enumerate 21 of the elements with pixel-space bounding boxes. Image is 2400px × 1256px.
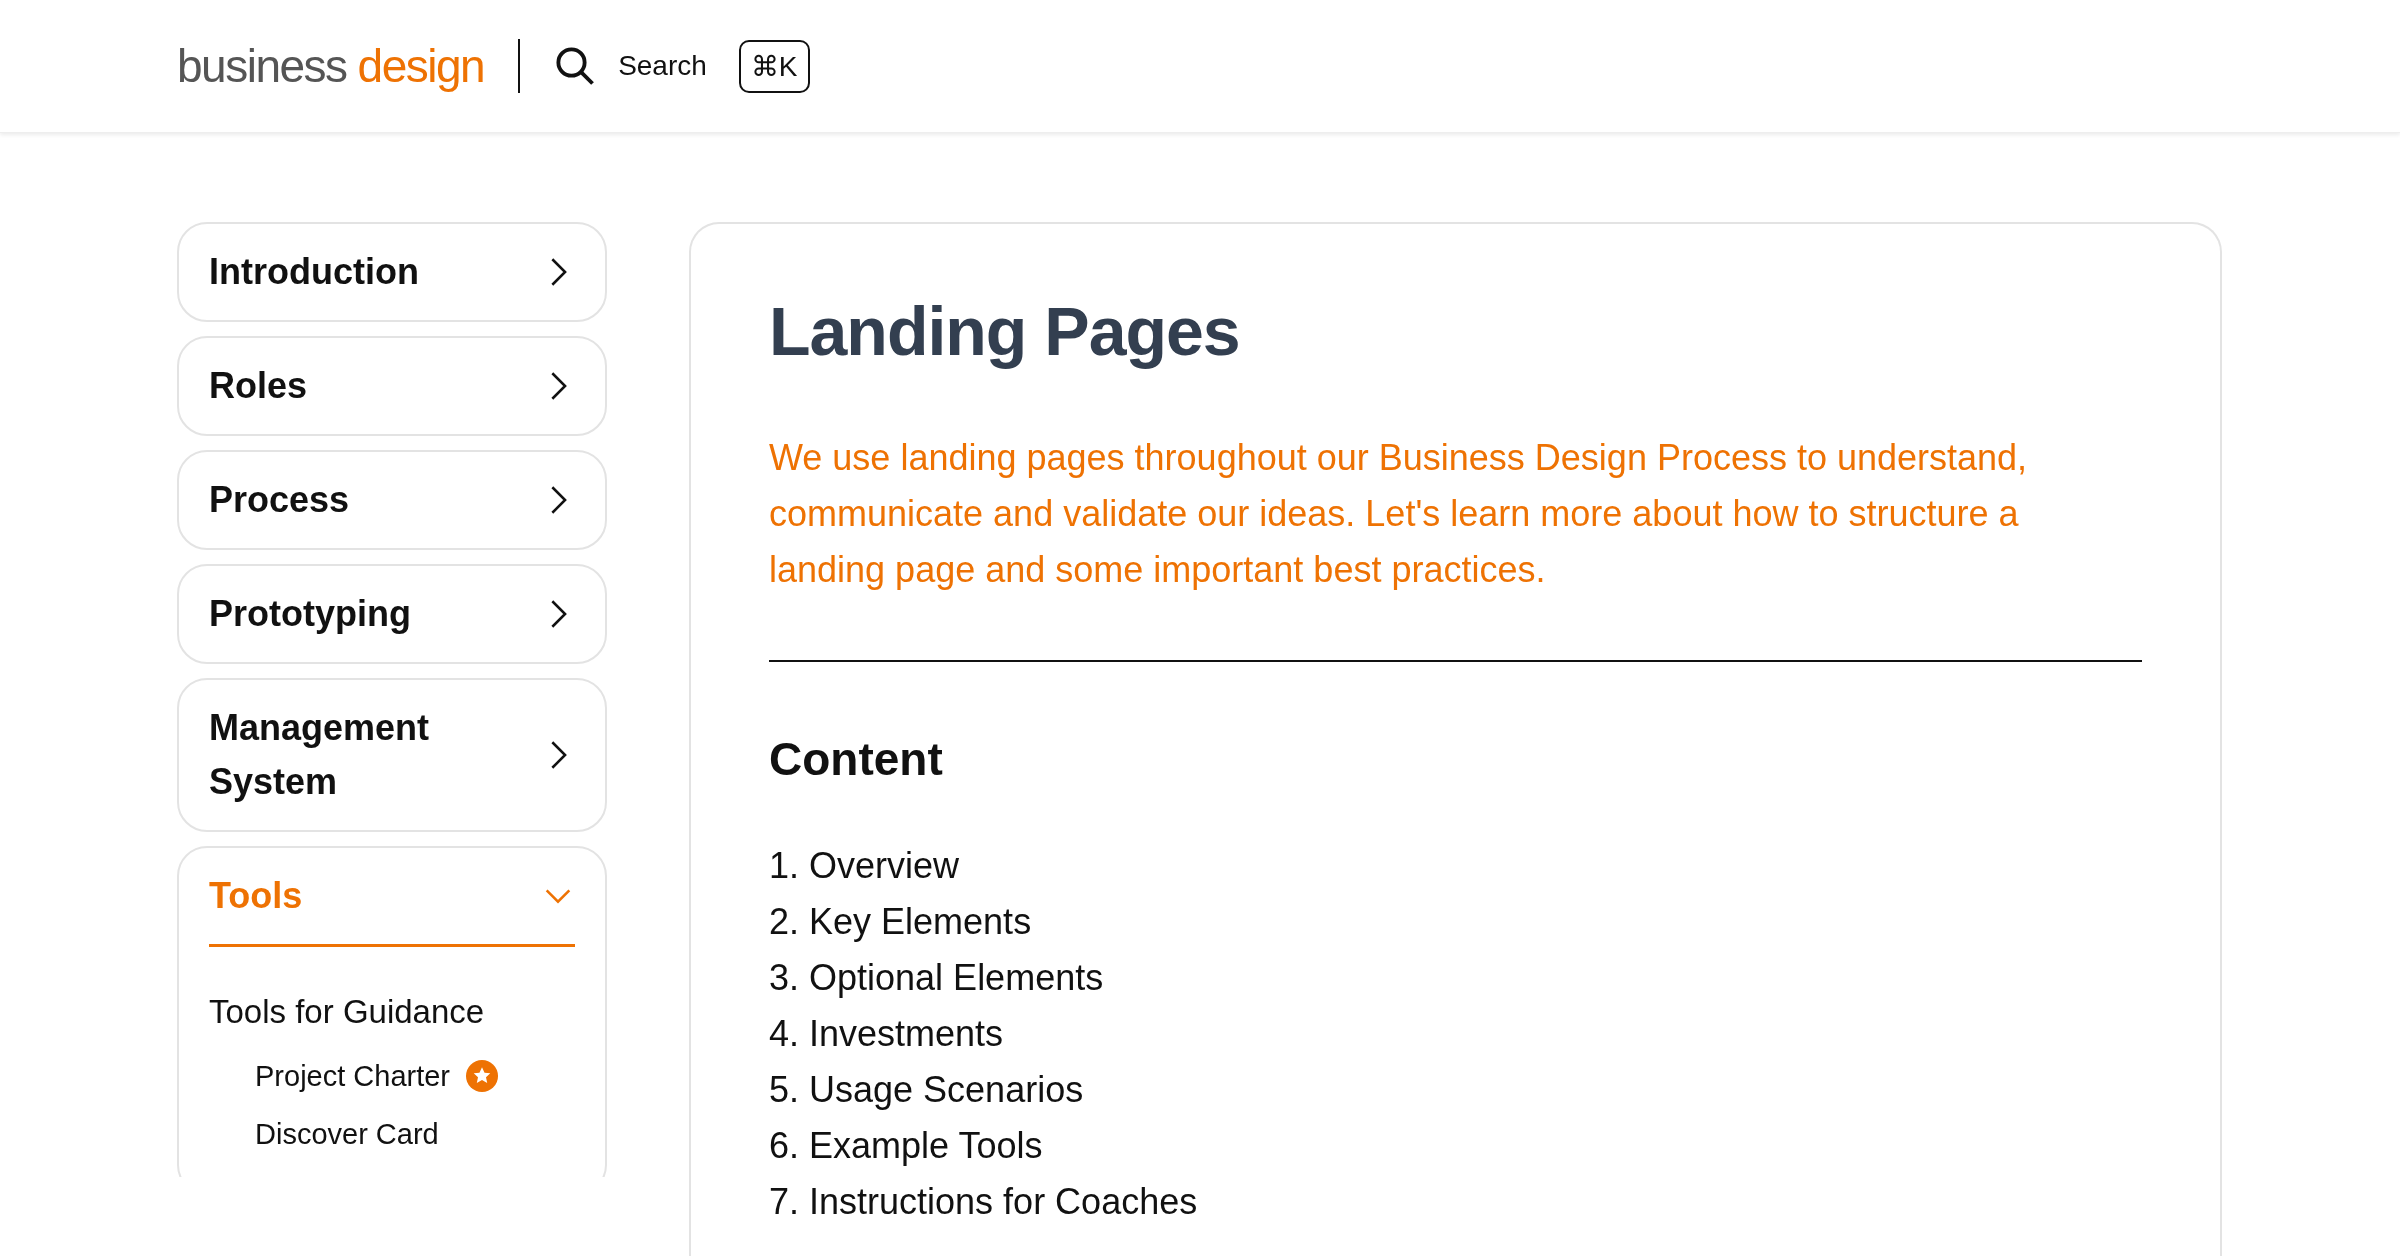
nav-subitem[interactable]: Discover Card bbox=[255, 1117, 439, 1151]
nav-subitem[interactable]: Project Charter bbox=[255, 1059, 450, 1093]
contents-link[interactable]: 4. Investments bbox=[769, 1006, 1004, 1062]
contents-link[interactable]: 1. Overview bbox=[769, 838, 960, 894]
contents-link[interactable]: 2. Key Elements bbox=[769, 894, 1032, 950]
nav-item[interactable]: Introduction bbox=[179, 224, 605, 320]
nav-item[interactable]: Process bbox=[179, 452, 605, 548]
contents-link[interactable]: 3. Optional Elements bbox=[769, 950, 1104, 1006]
search-button[interactable]: Search bbox=[554, 45, 707, 87]
contents-link[interactable]: 5. Usage Scenarios bbox=[769, 1062, 1084, 1118]
logo[interactable]: business design bbox=[177, 39, 485, 93]
nav-group-heading: Tools for Guidance bbox=[209, 993, 486, 1031]
contents-link[interactable]: 6. Example Tools bbox=[769, 1118, 1043, 1174]
nav-item[interactable]: Prototyping bbox=[179, 566, 605, 662]
contents-link[interactable]: 7. Instructions for Coaches bbox=[769, 1174, 1198, 1230]
nav-item[interactable]: Roles bbox=[179, 338, 605, 434]
page-title: Landing Pages bbox=[769, 292, 1241, 370]
intro-paragraph: We use landing pages throughout our Business Design Process to understand, communicate and validate our ideas. Let's learn more about how to structure a landing page and some important best practices. bbox=[769, 436, 2029, 592]
keyboard-shortcut: ⌘K bbox=[738, 39, 810, 93]
section-heading: Content bbox=[769, 732, 944, 786]
nav-item[interactable]: Management System bbox=[179, 680, 605, 830]
